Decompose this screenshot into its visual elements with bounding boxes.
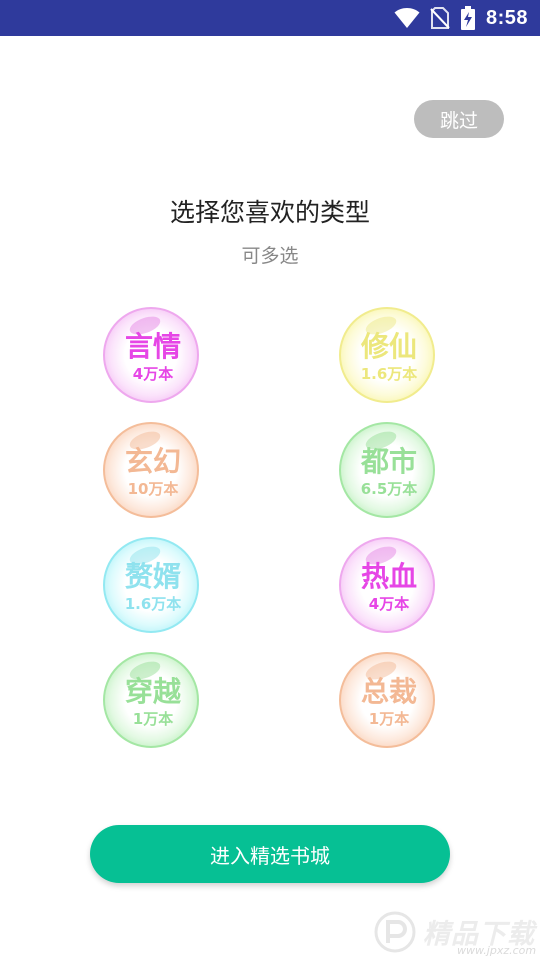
enter-bookstore-button[interactable]: 进入精选书城 [90, 825, 450, 883]
skip-button[interactable]: 跳过 [414, 100, 504, 138]
genre-name: 言情 [124, 330, 181, 363]
genre-bubble-hot-blooded[interactable]: 热血 4万本 [339, 537, 435, 633]
genre-bubble-son-in-law[interactable]: 赘婿 1.6万本 [103, 537, 199, 633]
genre-count: 4万本 [132, 365, 174, 383]
genre-count: 10万本 [127, 480, 179, 498]
watermark: 精品下载 www.jpxz.com [373, 908, 540, 960]
genre-name: 穿越 [124, 675, 181, 708]
genre-name: 热血 [360, 560, 417, 593]
genre-count: 1万本 [132, 710, 174, 728]
genre-bubble-urban[interactable]: 都市 6.5万本 [339, 422, 435, 518]
genre-bubble-ceo[interactable]: 总裁 1万本 [339, 652, 435, 748]
wifi-icon [394, 7, 420, 29]
genre-name: 玄幻 [124, 445, 181, 478]
genre-count: 1.6万本 [124, 595, 182, 613]
status-icons: 8:58 [394, 0, 528, 36]
watermark-url: www.jpxz.com [457, 944, 537, 957]
genre-bubble-romance[interactable]: 言情 4万本 [103, 307, 199, 403]
genre-name: 修仙 [360, 330, 417, 363]
status-bar: 8:58 [0, 0, 540, 36]
genre-name: 赘婿 [124, 560, 181, 593]
page-subtitle: 可多选 [241, 245, 299, 267]
no-sim-icon [430, 7, 450, 29]
genre-bubble-time-travel[interactable]: 穿越 1万本 [103, 652, 199, 748]
genre-name: 总裁 [360, 675, 417, 708]
genre-count: 6.5万本 [360, 480, 418, 498]
genre-name: 都市 [360, 445, 417, 478]
battery-charging-icon [460, 6, 476, 30]
genre-bubble-cultivation[interactable]: 修仙 1.6万本 [339, 307, 435, 403]
page-title: 选择您喜欢的类型 [169, 198, 370, 227]
status-time: 8:58 [485, 6, 528, 29]
genre-count: 4万本 [368, 595, 410, 613]
watermark-logo-icon [374, 911, 416, 953]
genre-count: 1万本 [368, 710, 410, 728]
genre-bubble-fantasy[interactable]: 玄幻 10万本 [103, 422, 199, 518]
genre-count: 1.6万本 [360, 365, 418, 383]
